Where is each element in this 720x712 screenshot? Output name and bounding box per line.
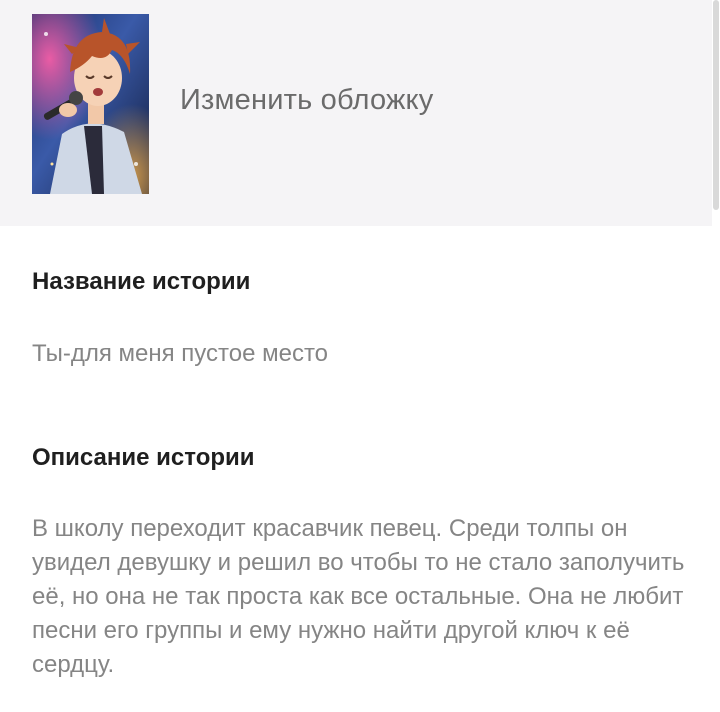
cover-illustration <box>32 14 149 194</box>
story-title-label: Название истории <box>32 268 251 295</box>
edit-story-screen: Изменить обложку Название истории Ты-для… <box>0 0 720 712</box>
story-title-field[interactable]: Ты-для меня пустое место <box>32 340 692 368</box>
story-description-label: Описание истории <box>32 444 255 471</box>
change-cover-button[interactable]: Изменить обложку <box>180 84 433 117</box>
cover-section: Изменить обложку <box>0 0 712 226</box>
story-description-field[interactable]: В школу переходит красавчик певец. Среди… <box>32 512 692 682</box>
scrollbar-thumb[interactable] <box>713 0 719 210</box>
scrollbar[interactable] <box>712 0 720 712</box>
cover-image[interactable] <box>32 14 149 194</box>
